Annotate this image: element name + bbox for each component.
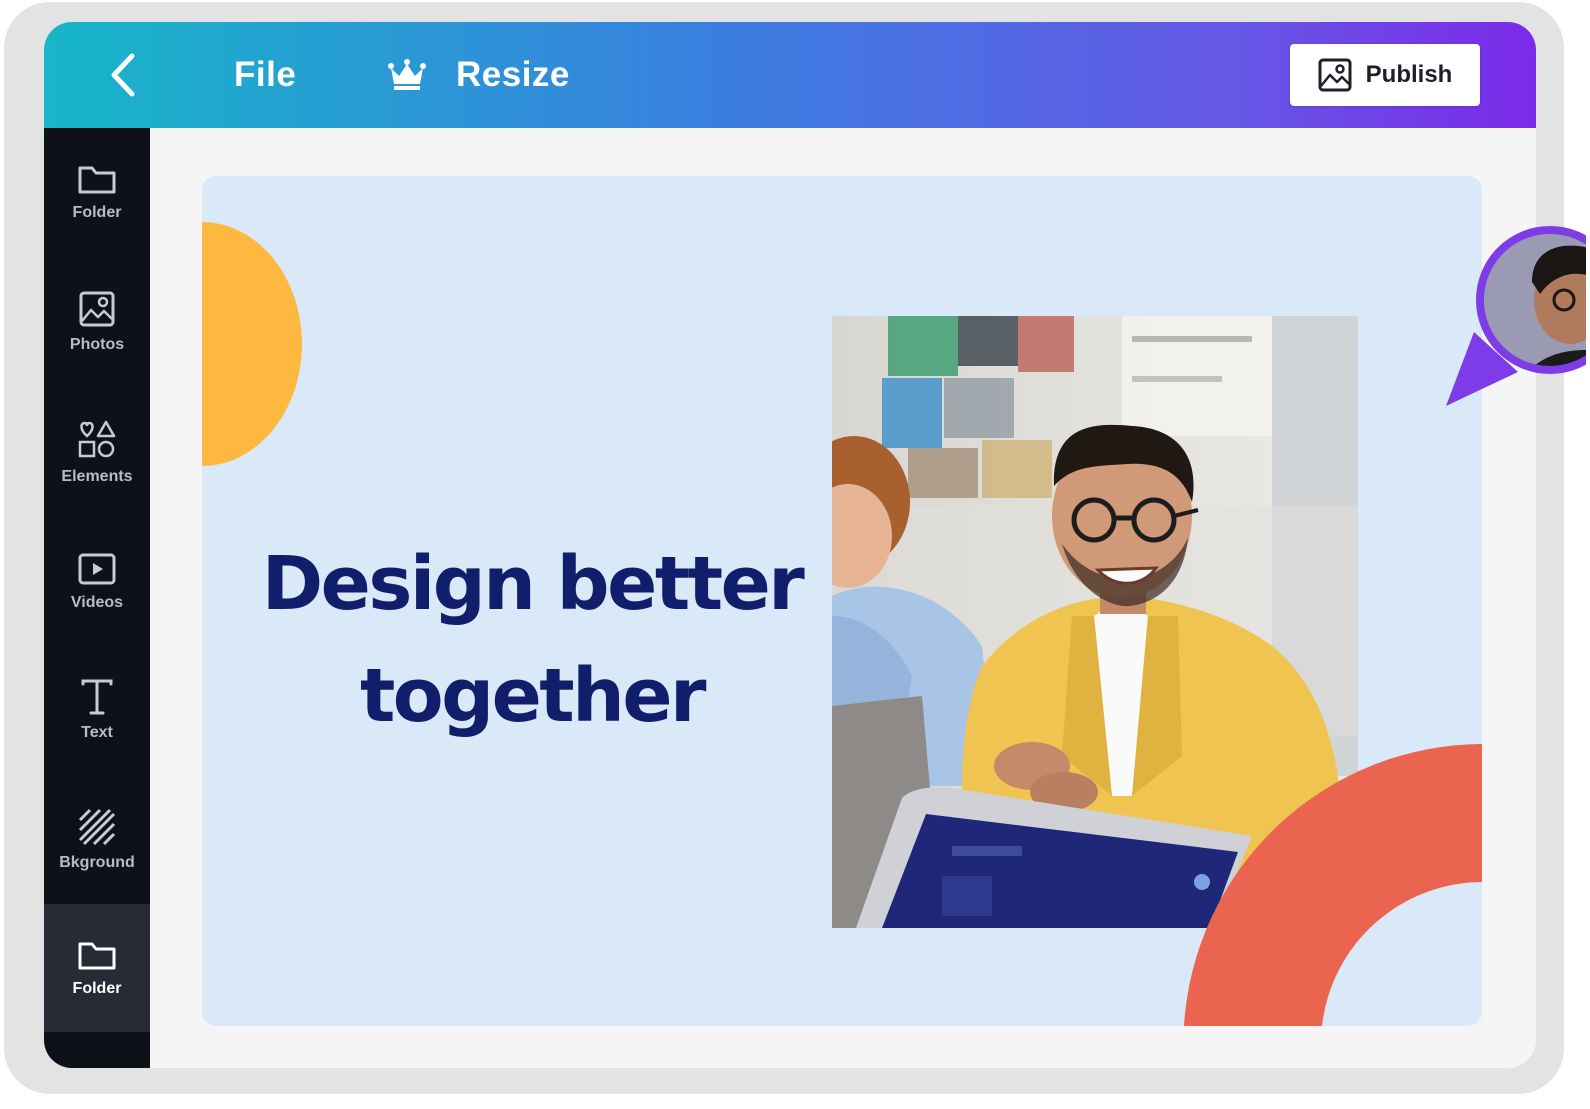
headline-line-2: together <box>359 653 707 739</box>
headline-line-1: Design better <box>261 541 805 627</box>
design-canvas[interactable]: Design better together <box>202 176 1482 1026</box>
editor-screen: File Resize Publish Folder Photos Elemen… <box>44 22 1536 1068</box>
sidebar-item-label: Photos <box>69 336 125 353</box>
resize-button[interactable]: Resize <box>388 52 570 98</box>
photo-icon <box>79 291 115 327</box>
sidebar-item-background[interactable]: Bkground <box>44 776 150 904</box>
left-sidebar: Folder Photos Elements Videos Text Bkgro… <box>44 128 150 1068</box>
file-menu-button[interactable]: File <box>234 52 296 98</box>
text-icon <box>81 679 113 715</box>
sidebar-item-photos[interactable]: Photos <box>44 258 150 386</box>
back-button[interactable] <box>98 50 148 100</box>
headline-text[interactable]: Design better together <box>242 528 822 752</box>
sidebar-item-label: Text <box>81 724 113 741</box>
sidebar-item-videos[interactable]: Videos <box>44 518 150 646</box>
sidebar-item-folder[interactable]: Folder <box>44 128 150 256</box>
yellow-semicircle-shape[interactable] <box>202 222 302 466</box>
folder-icon <box>78 166 116 194</box>
shapes-icon <box>78 420 116 458</box>
sidebar-item-elements[interactable]: Elements <box>44 388 150 516</box>
publish-label: Publish <box>1365 61 1453 88</box>
sidebar-item-label: Videos <box>70 594 124 611</box>
hatch-pattern-icon <box>78 808 116 846</box>
publish-button[interactable]: Publish <box>1290 44 1480 106</box>
sidebar-item-label: Bkground <box>59 854 135 871</box>
tablet-frame: File Resize Publish Folder Photos Elemen… <box>4 2 1564 1094</box>
sidebar-item-label: Elements <box>61 468 133 485</box>
sidebar-item-label: Folder <box>72 204 122 221</box>
avatar-bubble <box>1446 226 1590 406</box>
sidebar-item-folder-active[interactable]: Folder <box>44 904 150 1032</box>
folder-icon <box>78 942 116 970</box>
coral-quarter-ring-shape[interactable] <box>1184 744 1482 1026</box>
collaborator-avatar[interactable] <box>1446 200 1590 410</box>
resize-label: Resize <box>456 55 570 94</box>
video-icon <box>78 553 116 585</box>
crown-icon <box>388 59 426 90</box>
sidebar-item-label: Folder <box>72 980 122 997</box>
top-toolbar: File Resize Publish <box>44 22 1536 128</box>
chevron-left-icon <box>111 53 135 97</box>
image-icon <box>1318 58 1352 92</box>
sidebar-item-text[interactable]: Text <box>44 646 150 774</box>
